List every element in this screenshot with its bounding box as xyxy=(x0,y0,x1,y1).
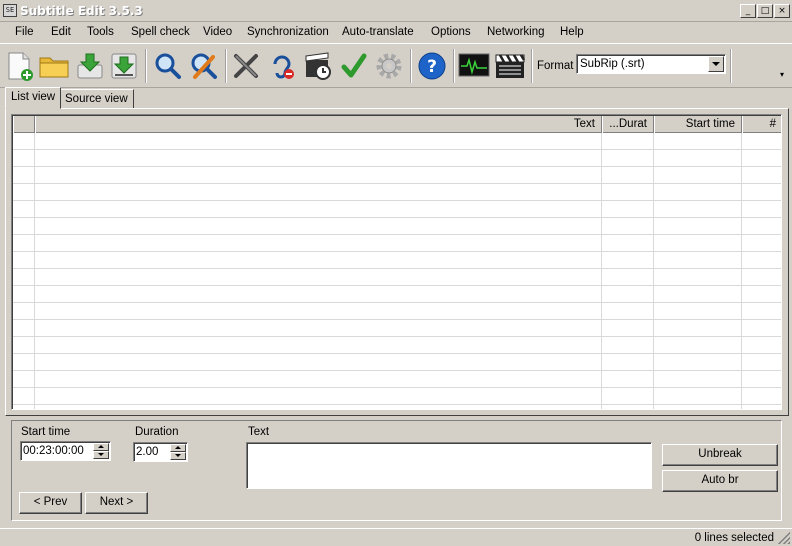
subtitle-text-input[interactable] xyxy=(246,442,652,489)
toolbar-separator xyxy=(453,49,455,83)
toolbar-separator xyxy=(145,49,147,83)
visual-sync-icon[interactable] xyxy=(301,49,335,83)
menu-auto-translate[interactable]: Auto-translate xyxy=(342,26,414,38)
start-time-input[interactable]: 00:23:00:00 xyxy=(20,441,111,461)
duration-label: Duration xyxy=(135,426,179,438)
next-button[interactable]: Next > xyxy=(85,492,148,514)
save-as-icon[interactable] xyxy=(107,49,141,83)
menu-video[interactable]: Video xyxy=(203,26,232,38)
start-time-spinner xyxy=(93,443,109,459)
waveform-icon[interactable] xyxy=(457,49,491,83)
menu-networking[interactable]: Networking xyxy=(487,26,545,38)
column-header-selector[interactable] xyxy=(13,116,35,133)
menu-file[interactable]: File xyxy=(15,26,34,38)
menu-synchronization[interactable]: Synchronization xyxy=(247,26,329,38)
menu-spell-check[interactable]: Spell check xyxy=(131,26,190,38)
duration-value: 2.00 xyxy=(136,446,159,458)
tab-list-view[interactable]: List view xyxy=(5,87,62,109)
subtitle-list[interactable]: Text ...Durat Start time # xyxy=(11,114,782,410)
list-gridlines xyxy=(13,133,781,409)
column-header-duration[interactable]: ...Durat xyxy=(602,116,654,133)
close-button[interactable]: × xyxy=(774,4,790,18)
window-title: Subtitle Edit 3.5.3 xyxy=(20,4,143,18)
open-folder-icon[interactable] xyxy=(37,49,71,83)
menu-edit[interactable]: Edit xyxy=(51,26,71,38)
spin-up-icon[interactable] xyxy=(170,444,186,452)
tab-source-view[interactable]: Source view xyxy=(59,89,134,109)
column-header-number[interactable]: # xyxy=(742,116,781,133)
format-select[interactable]: SubRip (.srt) xyxy=(576,54,726,74)
auto-br-button[interactable]: Auto br xyxy=(662,470,778,492)
spin-down-icon[interactable] xyxy=(93,451,109,459)
menu-bar: File Edit Tools Spell check Video Synchr… xyxy=(0,22,792,43)
replace-icon[interactable] xyxy=(187,49,221,83)
duration-input[interactable]: 2.00 xyxy=(133,442,188,462)
fix-common-errors-icon[interactable] xyxy=(229,49,263,83)
spell-check-icon[interactable] xyxy=(337,49,371,83)
svg-text:?: ? xyxy=(427,57,437,77)
find-icon[interactable] xyxy=(151,49,185,83)
app-icon: SE xyxy=(3,4,17,17)
video-clapper-icon[interactable] xyxy=(493,49,527,83)
toolbar-overflow-icon[interactable]: ▾ xyxy=(780,70,790,84)
menu-help[interactable]: Help xyxy=(560,26,584,38)
new-file-icon[interactable] xyxy=(3,49,37,83)
format-label: Format xyxy=(537,60,574,72)
list-header: Text ...Durat Start time # xyxy=(13,116,781,133)
toolbar-separator xyxy=(225,49,227,83)
column-header-text[interactable]: Text xyxy=(35,116,602,133)
start-time-value: 00:23:00:00 xyxy=(23,445,84,457)
status-text: 0 lines selected xyxy=(694,532,774,544)
title-bar: SE Subtitle Edit 3.5.3 _ □ × xyxy=(0,0,792,22)
prev-button[interactable]: < Prev xyxy=(19,492,82,514)
resize-grip-icon[interactable] xyxy=(778,532,790,544)
dropdown-arrow-icon[interactable] xyxy=(708,56,724,72)
toolbar-separator xyxy=(531,49,533,83)
settings-gear-icon[interactable] xyxy=(372,49,406,83)
save-icon[interactable] xyxy=(73,49,107,83)
minimize-button[interactable]: _ xyxy=(740,4,756,18)
text-label: Text xyxy=(248,426,270,438)
start-time-label: Start time xyxy=(21,426,71,438)
spin-up-icon[interactable] xyxy=(93,443,109,451)
unbreak-button[interactable]: Unbreak xyxy=(662,444,778,466)
remove-text-for-hearing-impaired-icon[interactable] xyxy=(265,49,299,83)
menu-tools[interactable]: Tools xyxy=(87,26,114,38)
duration-spinner xyxy=(170,444,186,460)
toolbar-separator xyxy=(410,49,412,83)
column-header-start-time[interactable]: Start time xyxy=(654,116,742,133)
toolbar-separator xyxy=(730,49,732,83)
maximize-button[interactable]: □ xyxy=(757,4,773,18)
menu-options[interactable]: Options xyxy=(431,26,471,38)
status-bar: 0 lines selected xyxy=(0,528,792,546)
spin-down-icon[interactable] xyxy=(170,452,186,460)
format-select-value: SubRip (.srt) xyxy=(580,58,645,70)
help-icon[interactable]: ? xyxy=(415,49,449,83)
